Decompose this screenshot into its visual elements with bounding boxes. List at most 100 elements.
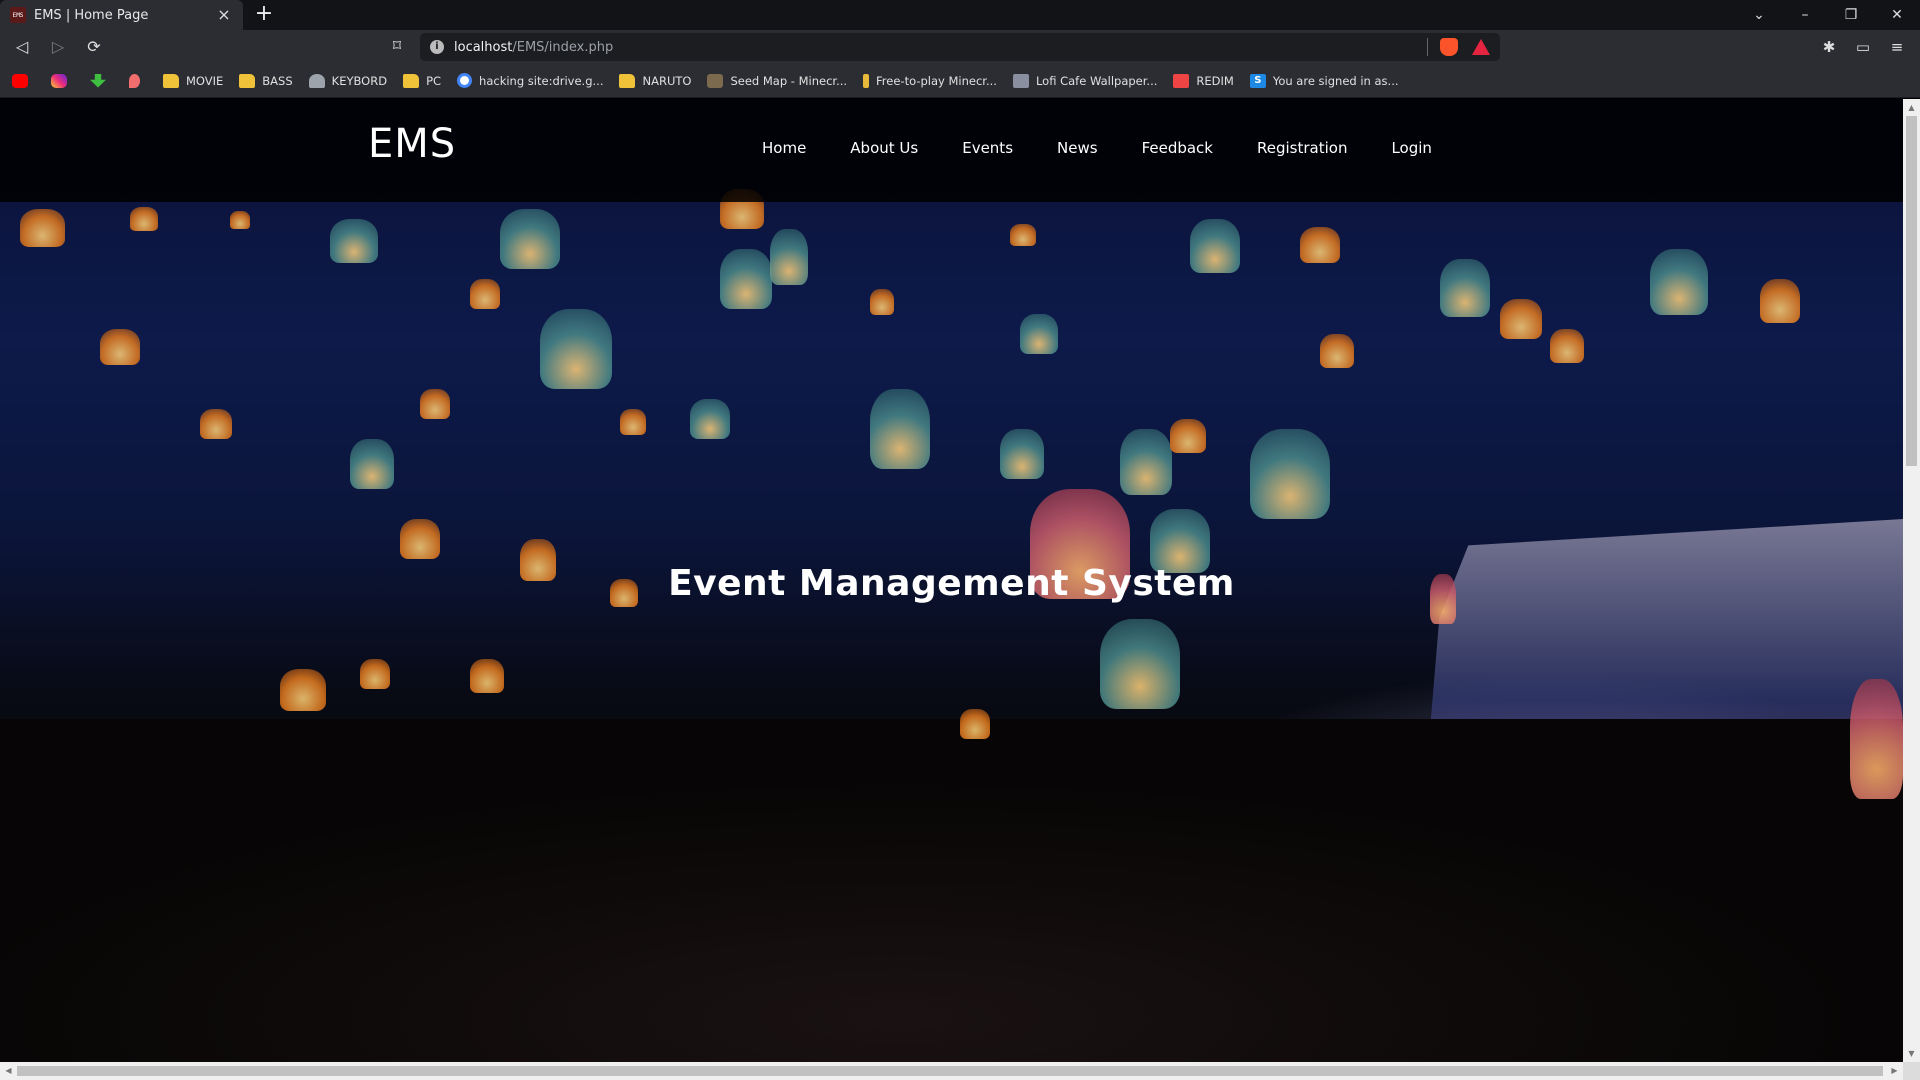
nav-login[interactable]: Login — [1391, 139, 1431, 157]
bookmark-youtube[interactable] — [12, 73, 35, 88]
nav-news[interactable]: News — [1057, 139, 1098, 157]
bookmark-icon[interactable]: ⌑ — [388, 34, 406, 58]
bookmark-seed-map[interactable]: Seed Map - Minecr... — [707, 73, 848, 88]
bookmark-download[interactable] — [90, 73, 113, 88]
brave-rewards-icon[interactable] — [1472, 39, 1490, 55]
lantern — [1010, 224, 1036, 246]
reload-icon[interactable]: ⟳ — [80, 33, 108, 61]
bookmark-hacking-site[interactable]: hacking site:drive.g... — [457, 73, 603, 88]
lantern — [1170, 419, 1206, 453]
lantern — [1300, 227, 1340, 263]
bookmarks-bar: MOVIE BASS KEYBORD PC hacking site:drive… — [0, 64, 1920, 98]
tab-title: EMS | Home Page — [34, 7, 149, 23]
scrollbar-corner — [1903, 1062, 1920, 1080]
bookmark-label: Free-to-play Minecr... — [876, 73, 997, 88]
site-logo[interactable]: EMS — [368, 121, 456, 167]
lantern — [20, 209, 65, 247]
horizontal-scroll-thumb[interactable] — [17, 1066, 1883, 1076]
keyboard-site-icon — [308, 73, 325, 88]
redim-icon — [1173, 73, 1190, 88]
active-tab[interactable]: EMS EMS | Home Page × — [0, 0, 243, 30]
bookmark-label: hacking site:drive.g... — [479, 73, 604, 88]
lantern — [500, 209, 560, 269]
crowd — [0, 719, 1903, 1062]
bookmark-keybord[interactable]: KEYBORD — [308, 73, 387, 88]
youtube-icon — [12, 73, 28, 88]
lantern — [1850, 679, 1903, 799]
minecraft-icon — [863, 73, 870, 88]
bookmark-label: PC — [426, 73, 442, 88]
browser-toolbar: ◁ ▷ ⟳ ⌑ i localhost/EMS/index.php ✱ ▭ ≡ — [0, 30, 1920, 64]
bookmark-free-minecraft[interactable]: Free-to-play Minecr... — [863, 73, 997, 88]
lantern — [1550, 329, 1584, 363]
main-nav: Home About Us Events News Feedback Regis… — [762, 139, 1476, 157]
scroll-left-icon[interactable]: ◀ — [0, 1062, 17, 1080]
menu-icon[interactable]: ≡ — [1880, 34, 1914, 60]
extensions-icon[interactable]: ✱ — [1812, 34, 1846, 60]
back-icon[interactable]: ◁ — [8, 33, 36, 61]
nav-registration[interactable]: Registration — [1257, 139, 1347, 157]
bookmark-pc[interactable]: PC — [403, 73, 442, 88]
nav-home[interactable]: Home — [762, 139, 806, 157]
folder-icon — [619, 73, 636, 88]
lantern — [330, 219, 378, 263]
minimize-icon[interactable]: – — [1782, 0, 1828, 30]
toolbar-right-actions: ✱ ▭ ≡ — [1812, 34, 1914, 60]
lantern — [620, 409, 646, 435]
close-window-icon[interactable]: ✕ — [1874, 0, 1920, 30]
bookmark-naruto[interactable]: NARUTO — [619, 73, 692, 88]
url-text[interactable]: localhost/EMS/index.php — [454, 40, 1415, 55]
brave-shields-icon[interactable] — [1440, 38, 1458, 56]
site-header: EMS Home About Us Events News Feedback R… — [0, 99, 1903, 202]
site-info-icon[interactable]: i — [430, 40, 444, 54]
bookmark-label: Seed Map - Minecr... — [730, 73, 848, 88]
window-controls: ⌄ – ❐ ✕ — [1736, 0, 1920, 30]
bookmark-label: MOVIE — [186, 73, 224, 88]
seed-map-icon — [707, 73, 724, 88]
bookmark-lofi[interactable]: Lofi Cafe Wallpaper... — [1012, 73, 1158, 88]
bookmark-label: Lofi Cafe Wallpaper... — [1035, 73, 1158, 88]
lantern — [770, 229, 808, 285]
lantern — [870, 389, 930, 469]
url-host: localhost — [454, 39, 513, 55]
google-icon — [457, 73, 473, 88]
lantern — [360, 659, 390, 689]
close-tab-icon[interactable]: × — [215, 6, 233, 24]
new-tab-button[interactable]: + — [249, 0, 279, 30]
pin-icon — [129, 73, 140, 88]
restore-icon[interactable]: ❐ — [1828, 0, 1874, 30]
bookmark-redim[interactable]: REDIM — [1173, 73, 1234, 88]
scroll-up-icon[interactable]: ▲ — [1903, 99, 1920, 116]
bookmark-signed-in[interactable]: S You are signed in as... — [1249, 73, 1399, 88]
lantern — [470, 659, 504, 693]
lantern — [1440, 259, 1490, 317]
scroll-right-icon[interactable]: ▶ — [1886, 1062, 1903, 1080]
lantern — [1760, 279, 1800, 323]
horizontal-scrollbar[interactable]: ◀ ▶ — [0, 1062, 1903, 1080]
nav-feedback[interactable]: Feedback — [1142, 139, 1213, 157]
lantern — [540, 309, 612, 389]
lantern — [1000, 429, 1044, 479]
lantern — [200, 409, 232, 439]
nav-events[interactable]: Events — [962, 139, 1013, 157]
bookmark-bass[interactable]: BASS — [239, 73, 293, 88]
url-path: /EMS/index.php — [512, 39, 614, 55]
vertical-scrollbar[interactable]: ▲ ▼ — [1903, 99, 1920, 1062]
forward-icon[interactable]: ▷ — [44, 33, 72, 61]
folder-icon — [239, 73, 256, 88]
lantern — [420, 389, 450, 419]
vertical-scroll-thumb[interactable] — [1906, 116, 1917, 466]
hero-title: Event Management System — [668, 563, 1235, 604]
lantern — [100, 329, 140, 365]
bookmark-pin[interactable] — [129, 73, 147, 88]
bookmark-movie[interactable]: MOVIE — [163, 73, 224, 88]
lantern — [230, 211, 250, 229]
bookmark-instagram[interactable] — [51, 73, 74, 88]
bookmark-label: NARUTO — [642, 73, 692, 88]
nav-about-us[interactable]: About Us — [850, 139, 918, 157]
lantern — [470, 279, 500, 309]
scroll-down-icon[interactable]: ▼ — [1903, 1045, 1920, 1062]
tab-search-icon[interactable]: ⌄ — [1736, 0, 1782, 30]
wallet-icon[interactable]: ▭ — [1846, 34, 1880, 60]
address-bar[interactable]: i localhost/EMS/index.php — [420, 33, 1500, 61]
